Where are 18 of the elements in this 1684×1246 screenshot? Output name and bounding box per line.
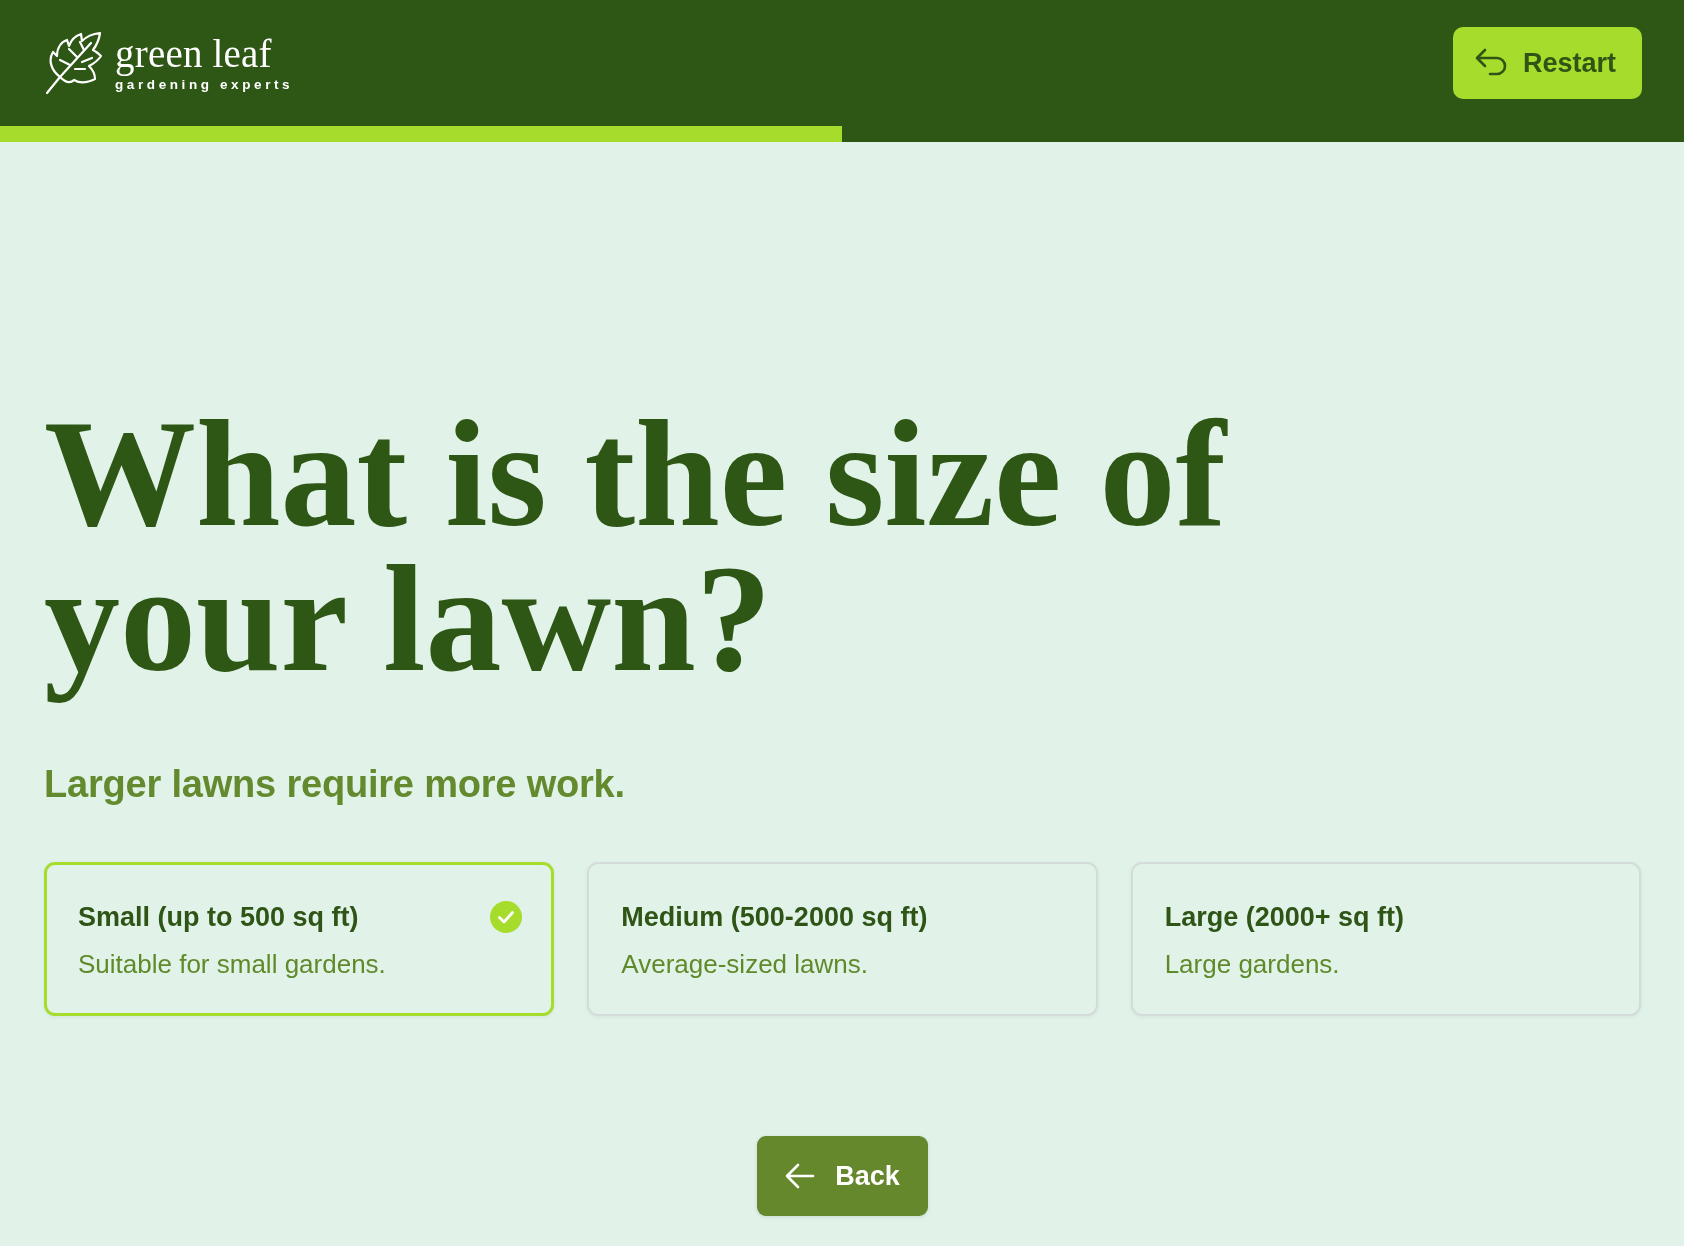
check-circle-icon xyxy=(490,901,523,933)
option-card[interactable]: Large (2000+ sq ft) Large gardens. xyxy=(1130,862,1641,1016)
brand-name: green leaf xyxy=(115,34,273,74)
restart-button[interactable]: Restart xyxy=(1452,27,1642,99)
option-description: Large gardens. xyxy=(1164,949,1340,980)
back-button[interactable]: Back xyxy=(757,1136,928,1216)
option-title: Large (2000+ sq ft) xyxy=(1164,901,1404,933)
question-subtitle: Larger lawns require more work. xyxy=(44,762,626,806)
option-card[interactable]: Medium (500-2000 sq ft) Average-sized lawns. xyxy=(587,862,1098,1016)
option-title: Medium (500-2000 sq ft) xyxy=(621,901,928,933)
option-description: Average-sized lawns. xyxy=(621,949,868,980)
option-description: Suitable for small gardens. xyxy=(78,949,386,980)
leaf-logo-icon xyxy=(44,31,102,95)
question-title: What is the size of your lawn? xyxy=(44,402,1229,705)
option-card[interactable]: Small (up to 500 sq ft) Suitable for small gardens. xyxy=(44,862,555,1016)
option-title: Small (up to 500 sq ft) xyxy=(78,901,359,933)
brand-tagline: gardening experts xyxy=(115,78,294,92)
left-arrow-icon xyxy=(785,1163,816,1189)
